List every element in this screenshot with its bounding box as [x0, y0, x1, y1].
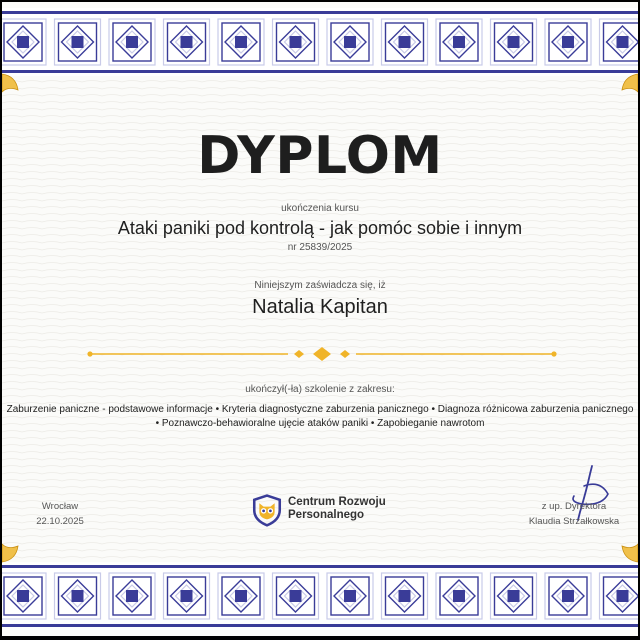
topics-line-2: • Poznawczo-behawioralne ujęcie ataków p…: [155, 418, 485, 429]
diploma-title: DYPLOM: [197, 126, 443, 186]
bottom-decorative-border: [2, 562, 638, 630]
recipient-name: Natalia Kapitan: [252, 296, 388, 318]
gold-leaf-icon: [2, 543, 19, 563]
gold-divider: [87, 347, 557, 361]
diploma-page: DYPLOM ukończenia kursu Ataki paniki pod…: [2, 2, 638, 636]
certificate-number: nr 25839/2025: [287, 242, 353, 253]
issue-date: 22.10.2025: [36, 516, 84, 527]
owl-shield-icon: [252, 494, 282, 527]
city: Wrocław: [41, 501, 79, 512]
signature-block: z up. Dyrektora Klaudia Strzałkowska: [518, 499, 630, 529]
director-name: Klaudia Strzałkowska: [528, 516, 620, 527]
gold-leaf-icon: [621, 73, 638, 93]
topics-line-1: Zaburzenie paniczne - podstawowe informa…: [6, 404, 634, 415]
top-decorative-border: [2, 8, 638, 76]
organization-logo-text: Centrum Rozwoju Personalnego: [288, 496, 386, 522]
organization-name-line2: Personalnego: [288, 509, 365, 521]
background-wave-pattern: [2, 80, 638, 559]
course-name: Ataki paniki pod kontrolą - jak pomóc so…: [117, 218, 523, 238]
gold-leaf-icon: [621, 543, 638, 563]
place-date-block: Wrocław 22.10.2025: [20, 499, 100, 529]
director-label: z up. Dyrektora: [541, 501, 607, 512]
organization-name-line1: Centrum Rozwoju: [288, 496, 386, 508]
completion-label: ukończenia kursu: [281, 203, 359, 214]
scope-label: ukończył(-ła) szkolenie z zakresu:: [245, 384, 395, 395]
diamond-icon: [313, 347, 331, 361]
certify-text: Niniejszym zaświadcza się, iż: [254, 280, 386, 291]
gold-leaf-icon: [2, 73, 19, 93]
